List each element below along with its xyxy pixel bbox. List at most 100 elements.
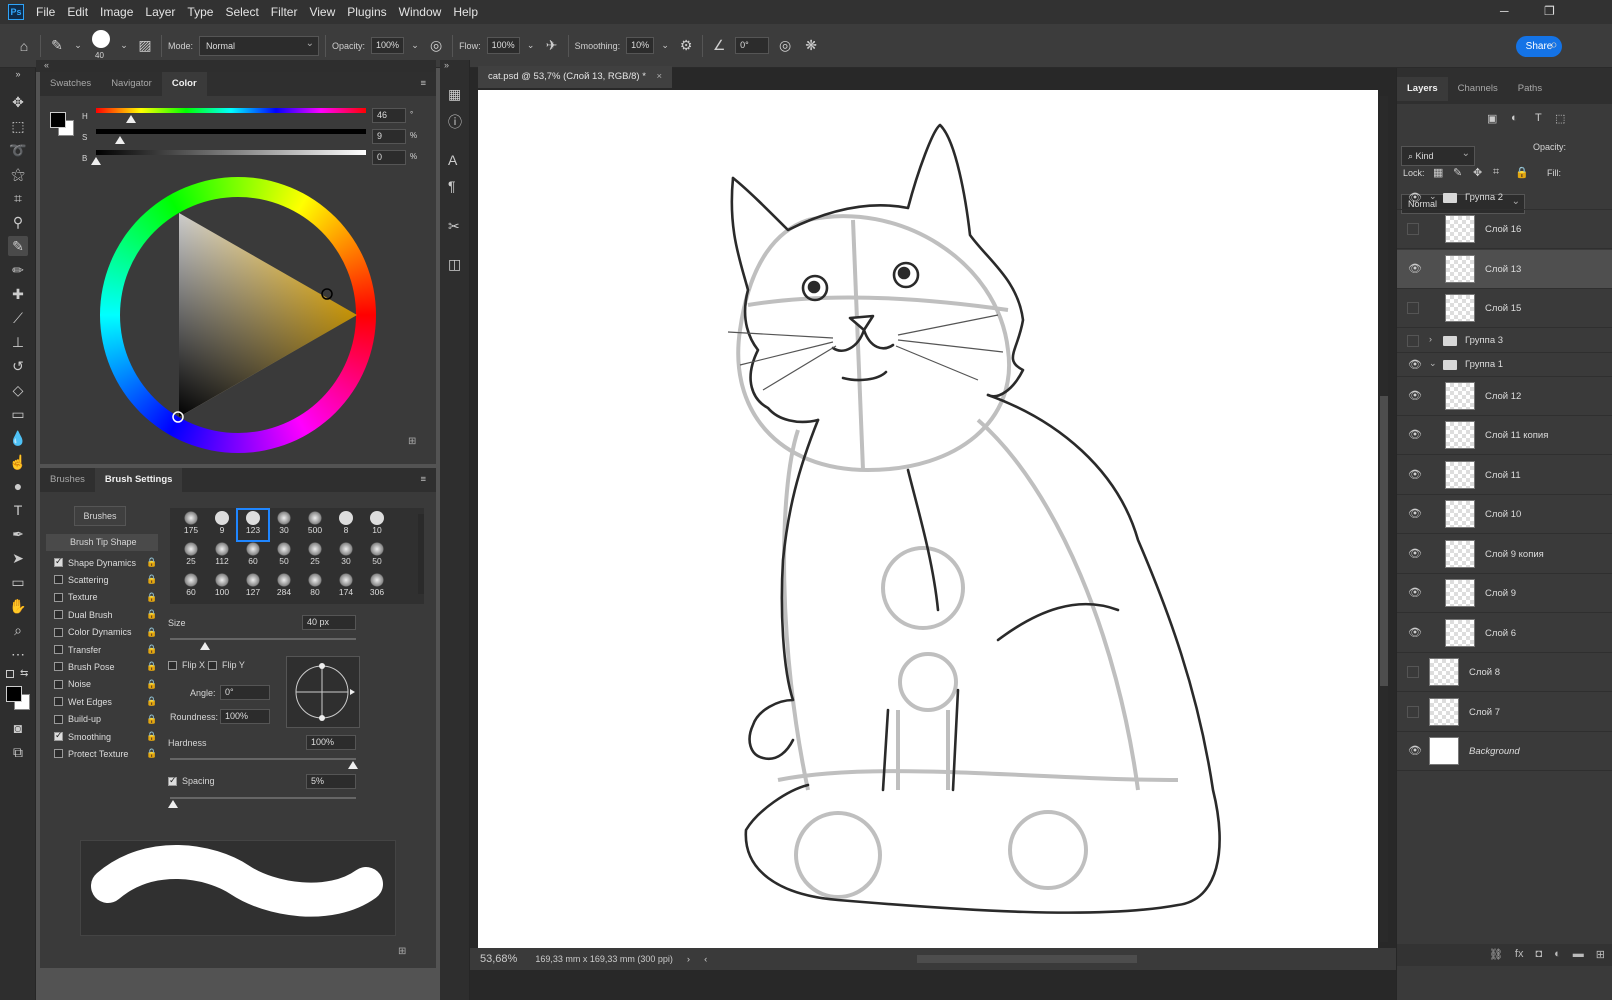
panel-menu-icon[interactable]: ≡ bbox=[410, 72, 436, 96]
type-tool-icon[interactable]: T bbox=[8, 500, 28, 520]
brush-tip[interactable]: 50 bbox=[362, 541, 392, 571]
layer-group-row[interactable]: › Группа 3 bbox=[1397, 329, 1612, 353]
chevron-down-icon[interactable]: ⌄ bbox=[1429, 358, 1437, 369]
brush-option-shape-dynamics[interactable]: Shape Dynamics 🔒 bbox=[54, 554, 158, 571]
histogram-icon[interactable]: ▦ bbox=[448, 86, 461, 103]
info-icon[interactable]: ⓘ bbox=[448, 112, 462, 132]
brushes-button[interactable]: Brushes bbox=[74, 506, 126, 526]
dodge-tool-icon[interactable]: ● bbox=[8, 476, 28, 496]
pen-tool-icon[interactable]: ✒ bbox=[8, 524, 28, 544]
horizontal-scrollbar-thumb[interactable] bbox=[917, 955, 1138, 963]
tool-presets-icon[interactable]: ✂ bbox=[448, 218, 460, 235]
paragraph-icon[interactable]: ¶ bbox=[448, 178, 456, 194]
brush-option-build-up[interactable]: Build-up 🔒 bbox=[54, 711, 158, 728]
expand-icon[interactable]: » bbox=[444, 60, 449, 70]
link-layers-icon[interactable]: ⛓ bbox=[1489, 948, 1503, 962]
menu-filter[interactable]: Filter bbox=[265, 5, 304, 19]
lasso-tool-icon[interactable]: ➰ bbox=[8, 140, 28, 160]
tab-brush-settings[interactable]: Brush Settings bbox=[94, 468, 183, 492]
visibility-eye-icon[interactable]: 👁 bbox=[1407, 587, 1423, 599]
brush-option-wet-edges[interactable]: Wet Edges 🔒 bbox=[54, 693, 158, 710]
add-swatch-icon[interactable]: ⊞ bbox=[408, 436, 416, 447]
hue-slider-thumb[interactable] bbox=[125, 115, 136, 123]
lock-icon[interactable]: 🔒 bbox=[146, 661, 157, 672]
filter-pixel-icon[interactable]: ▣ bbox=[1487, 112, 1497, 125]
pressure-opacity-icon[interactable]: ◎ bbox=[426, 37, 446, 54]
hue-input[interactable]: 46 bbox=[372, 108, 406, 123]
visibility-eye-icon[interactable]: 👁 bbox=[1407, 429, 1423, 441]
brush-tip[interactable]: 112 bbox=[207, 541, 237, 571]
flip-x-checkbox[interactable]: Flip X bbox=[168, 660, 205, 670]
menu-help[interactable]: Help bbox=[447, 5, 484, 19]
brush-option-noise[interactable]: Noise 🔒 bbox=[54, 676, 158, 693]
hand-tool-icon[interactable]: ✋ bbox=[8, 596, 28, 616]
visibility-eye-icon[interactable]: 👁 bbox=[1407, 508, 1423, 520]
option-checkbox[interactable] bbox=[54, 592, 63, 602]
flip-y-checkbox[interactable]: Flip Y bbox=[208, 660, 245, 670]
brush-tip-shape-item[interactable]: Brush Tip Shape bbox=[46, 534, 158, 551]
hardness-slider[interactable] bbox=[170, 758, 356, 760]
layer-row[interactable]: 👁 Слой 11 bbox=[1397, 456, 1612, 495]
lock-icon[interactable]: 🔒 bbox=[146, 714, 157, 725]
path-selection-tool-icon[interactable]: ➤ bbox=[8, 548, 28, 568]
lock-icon[interactable]: 🔒 bbox=[146, 748, 157, 759]
saturation-input[interactable]: 9 bbox=[372, 129, 406, 144]
default-colors-icon[interactable] bbox=[6, 670, 14, 678]
layer-row[interactable]: Слой 8 bbox=[1397, 653, 1612, 692]
brightness-slider-thumb[interactable] bbox=[91, 157, 101, 165]
visibility-toggle[interactable] bbox=[1407, 302, 1419, 314]
spacing-slider-thumb[interactable] bbox=[168, 800, 178, 808]
option-checkbox[interactable] bbox=[54, 575, 63, 585]
brush-tip[interactable]: 284 bbox=[269, 572, 299, 602]
visibility-eye-icon[interactable]: 👁 bbox=[1407, 390, 1423, 402]
new-brush-icon[interactable]: ⊞ bbox=[398, 946, 406, 957]
option-checkbox[interactable] bbox=[54, 730, 63, 741]
zoom-level[interactable]: 53,68% bbox=[480, 953, 517, 965]
restore-button[interactable]: ❐ bbox=[1544, 4, 1555, 18]
blur-tool-icon[interactable]: 💧 bbox=[8, 428, 28, 448]
option-checkbox[interactable] bbox=[54, 679, 63, 689]
brush-option-texture[interactable]: Texture 🔒 bbox=[54, 589, 158, 606]
visibility-eye-icon[interactable]: 👁 bbox=[1407, 263, 1423, 275]
visibility-eye-icon[interactable]: 👁 bbox=[1407, 548, 1423, 560]
brush-tool-icon[interactable]: ✎ bbox=[8, 236, 28, 256]
chevron-down-icon[interactable]: ⌄ bbox=[73, 40, 83, 51]
spacing-input[interactable]: 5% bbox=[306, 774, 356, 789]
mode-select[interactable]: Normal bbox=[199, 35, 320, 56]
swap-colors-icon[interactable]: ⇆ bbox=[20, 668, 28, 679]
layer-group-row[interactable]: 👁 ⌄ Группа 2 bbox=[1397, 186, 1612, 210]
brush-size-picker[interactable]: 40 bbox=[89, 29, 113, 63]
tip-grid-scrollbar[interactable] bbox=[418, 514, 424, 594]
layer-row[interactable]: Слой 16 bbox=[1397, 210, 1612, 249]
eyedropper-tool-icon[interactable]: ⚲ bbox=[8, 212, 28, 232]
saturation-slider[interactable] bbox=[96, 129, 366, 134]
lock-icon[interactable]: 🔒 bbox=[146, 731, 157, 742]
option-checkbox[interactable] bbox=[54, 714, 63, 724]
visibility-eye-icon[interactable]: 👁 bbox=[1407, 192, 1423, 204]
pencil-tool-icon[interactable]: ✏ bbox=[8, 260, 28, 280]
lock-icon[interactable]: 🔒 bbox=[146, 644, 157, 655]
close-icon[interactable]: × bbox=[657, 71, 663, 82]
menu-layer[interactable]: Layer bbox=[139, 5, 181, 19]
hardness-input[interactable]: 100% bbox=[306, 735, 356, 750]
visibility-eye-icon[interactable]: 👁 bbox=[1407, 359, 1423, 371]
tab-paths[interactable]: Paths bbox=[1508, 77, 1552, 101]
layer-row[interactable]: 👁 Слой 9 bbox=[1397, 574, 1612, 613]
chevron-right-icon[interactable]: › bbox=[687, 954, 690, 965]
symmetry-icon[interactable]: ❋ bbox=[801, 37, 821, 54]
brush-option-dual-brush[interactable]: Dual Brush 🔒 bbox=[54, 606, 158, 623]
brush-option-brush-pose[interactable]: Brush Pose 🔒 bbox=[54, 658, 158, 675]
brush-tip[interactable]: 8 bbox=[331, 510, 361, 540]
chevron-down-icon[interactable]: ⌄ bbox=[119, 40, 129, 51]
lock-icon[interactable]: 🔒 bbox=[146, 696, 157, 707]
layer-row[interactable]: 👁 Слой 9 копия bbox=[1397, 535, 1612, 574]
brightness-input[interactable]: 0 bbox=[372, 150, 406, 165]
brush-tip[interactable]: 9 bbox=[207, 510, 237, 540]
foreground-color-swatch[interactable] bbox=[6, 686, 22, 702]
option-checkbox[interactable] bbox=[54, 627, 63, 637]
search-icon[interactable]: ⌕ bbox=[1550, 36, 1558, 53]
lock-transparency-icon[interactable]: ▦ bbox=[1433, 166, 1443, 179]
move-tool-icon[interactable]: ✥ bbox=[8, 92, 28, 112]
brush-option-smoothing[interactable]: Smoothing 🔒 bbox=[54, 728, 158, 745]
visibility-eye-icon[interactable]: 👁 bbox=[1407, 745, 1423, 757]
